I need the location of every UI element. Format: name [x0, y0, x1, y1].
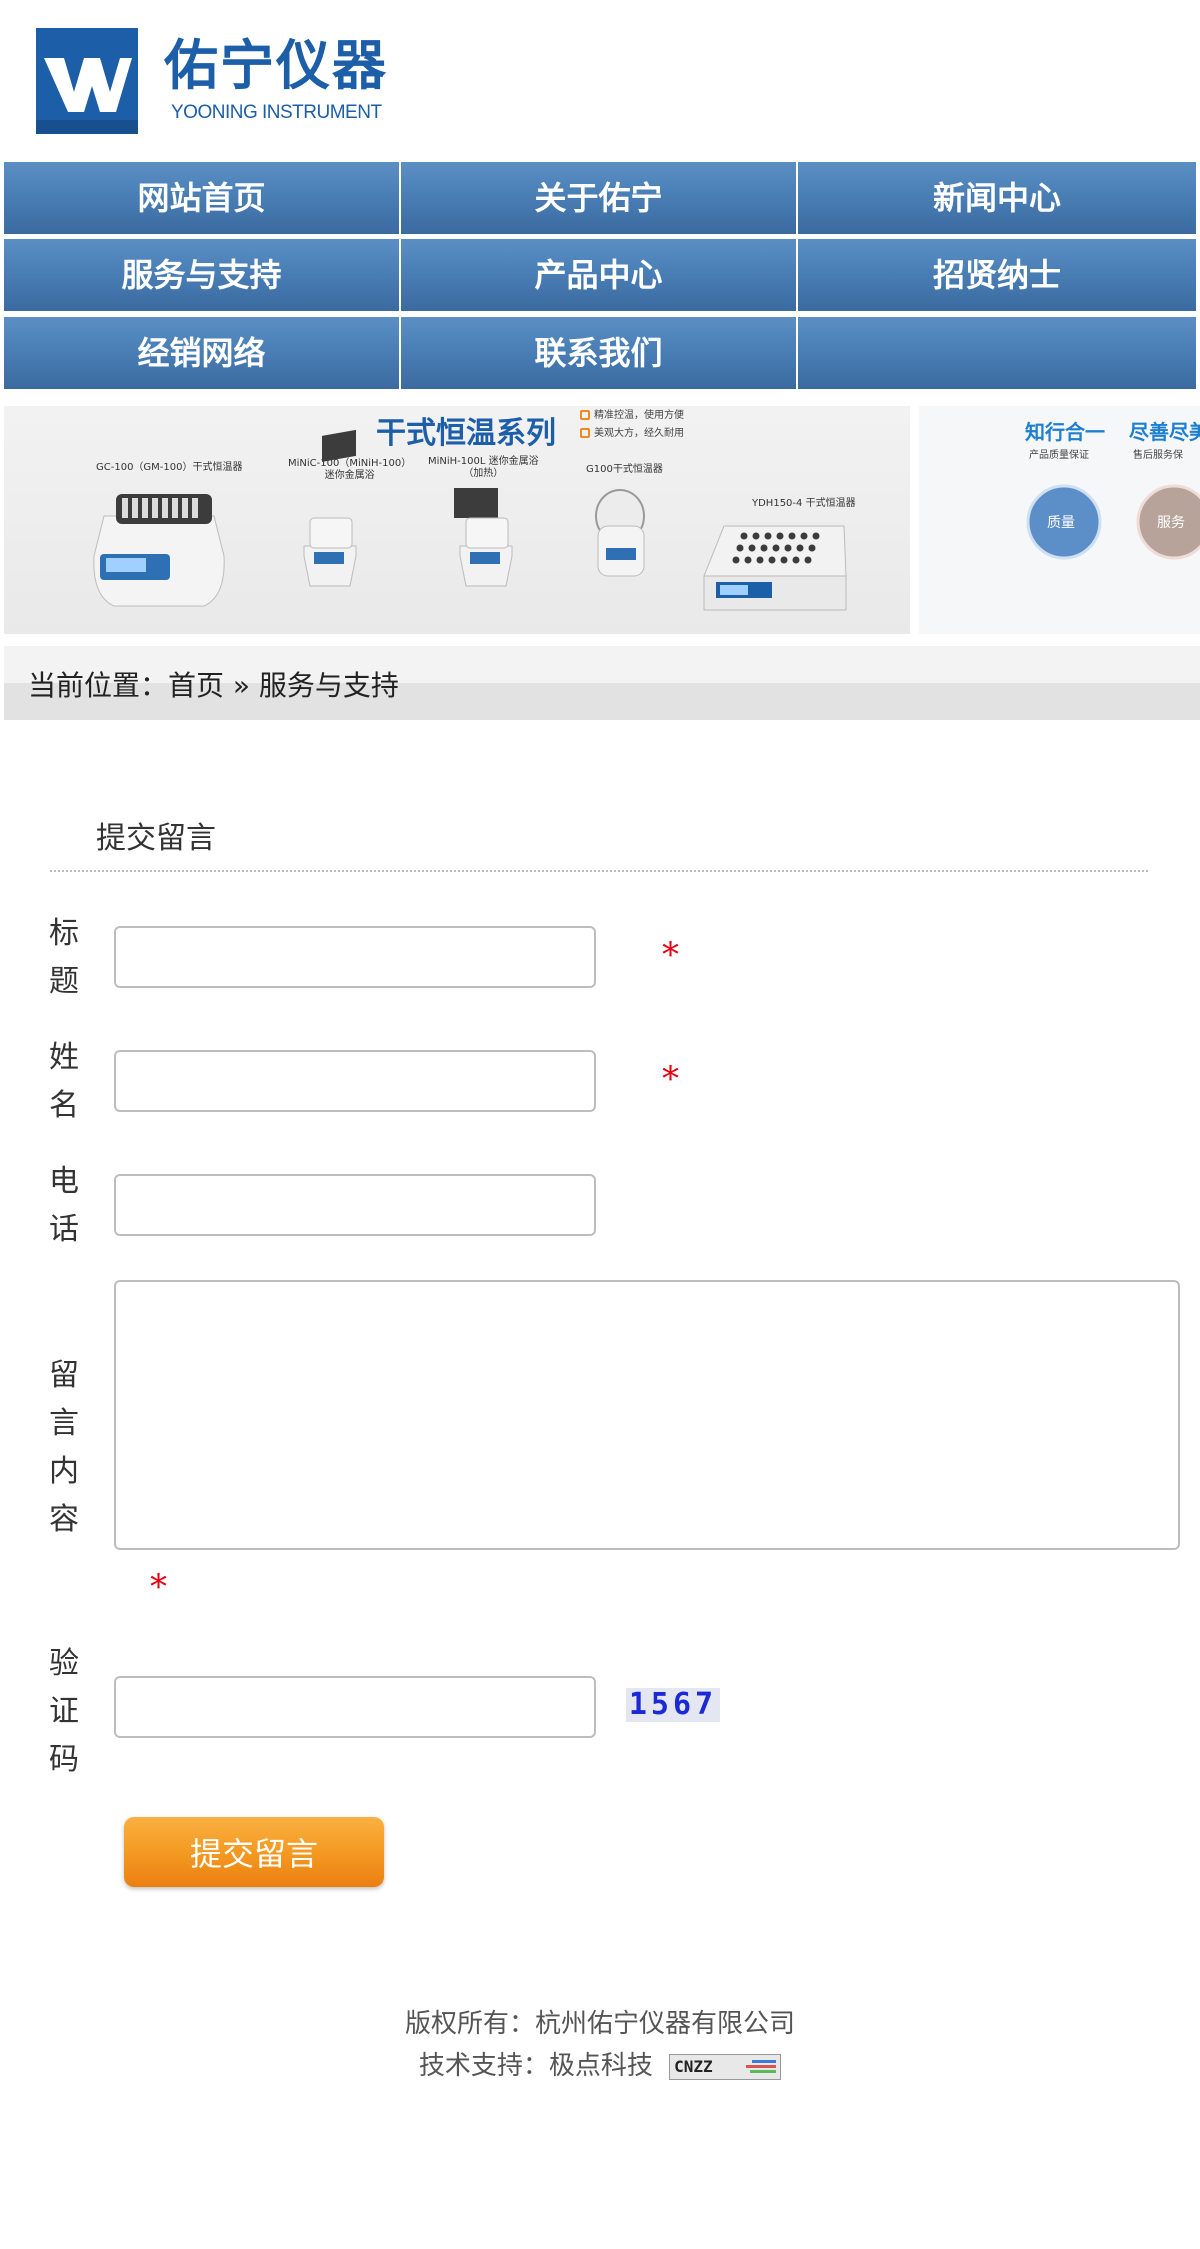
stats-bars-icon — [746, 2060, 777, 2073]
nav-item-contact[interactable]: 联系我们 — [401, 317, 798, 391]
logo-mark-icon — [36, 28, 138, 134]
nav-item-dealers[interactable]: 经销网络 — [4, 317, 401, 391]
breadcrumb-text[interactable]: 当前位置：首页 » 服务与支持 — [28, 664, 399, 704]
nav-item-home[interactable]: 网站首页 — [4, 162, 401, 236]
title-input[interactable] — [114, 926, 596, 988]
banner-product-image[interactable]: 干式恒温系列 精准控温，使用方便 美观大方，经久耐用 GC-100（GM-100… — [4, 406, 910, 634]
logo-subtitle: YOONING INSTRUMENT — [171, 102, 382, 123]
content-label: 留言内容 — [49, 1358, 79, 1537]
footer-copyright: 版权所有：杭州佑宁仪器有限公司 — [404, 2009, 795, 2039]
stats-badge-text: CNZZ — [674, 2057, 713, 2076]
nav-item-news[interactable]: 新闻中心 — [798, 162, 1196, 236]
required-mark: * — [662, 1059, 679, 1099]
form-divider — [50, 870, 1148, 872]
footer-support-text[interactable]: 技术支持：极点科技 — [419, 2051, 653, 2081]
banner-side-image[interactable]: 知行合一 尽善尽美 产品质量保证 售后服务保 质量 服务 — [919, 406, 1200, 634]
nav-item-about[interactable]: 关于佑宁 — [401, 162, 798, 236]
required-mark: * — [662, 935, 679, 975]
form-title: 提交留言 — [96, 821, 216, 856]
submit-button[interactable]: 提交留言 — [124, 1817, 384, 1887]
product-illustrations — [93, 429, 847, 611]
footer-support: 技术支持：极点科技 CNZZ — [0, 2045, 1200, 2082]
captcha-label: 验证码 — [49, 1646, 79, 1777]
phone-label: 电话 — [49, 1164, 79, 1247]
nav-item-service[interactable]: 服务与支持 — [4, 239, 401, 313]
nav-item-empty — [798, 317, 1196, 391]
name-input[interactable] — [114, 1050, 596, 1112]
message-textarea[interactable] — [114, 1280, 1180, 1550]
nav-item-jobs[interactable]: 招贤纳士 — [798, 239, 1196, 313]
breadcrumb: 当前位置：首页 » 服务与支持 — [4, 646, 1200, 720]
nav-item-products[interactable]: 产品中心 — [401, 239, 798, 313]
required-mark: * — [150, 1567, 167, 1607]
site-logo[interactable]: 佑宁仪器 YOONING INSTRUMENT — [36, 28, 406, 138]
name-label: 姓名 — [49, 1040, 79, 1123]
phone-input[interactable] — [114, 1174, 596, 1236]
captcha-input[interactable] — [114, 1676, 596, 1738]
captcha-image[interactable]: 1567 — [626, 1688, 720, 1722]
banner-side-badge: 服务 — [1157, 515, 1185, 531]
title-label: 标题 — [49, 916, 79, 999]
banner-side-badge: 质量 — [1047, 515, 1075, 531]
logo-name: 佑宁仪器 — [164, 34, 388, 97]
stats-badge-icon[interactable]: CNZZ — [669, 2054, 782, 2080]
main-nav: 网站首页 关于佑宁 新闻中心 服务与支持 产品中心 招贤纳士 经销网络 联系我们 — [4, 162, 1196, 395]
